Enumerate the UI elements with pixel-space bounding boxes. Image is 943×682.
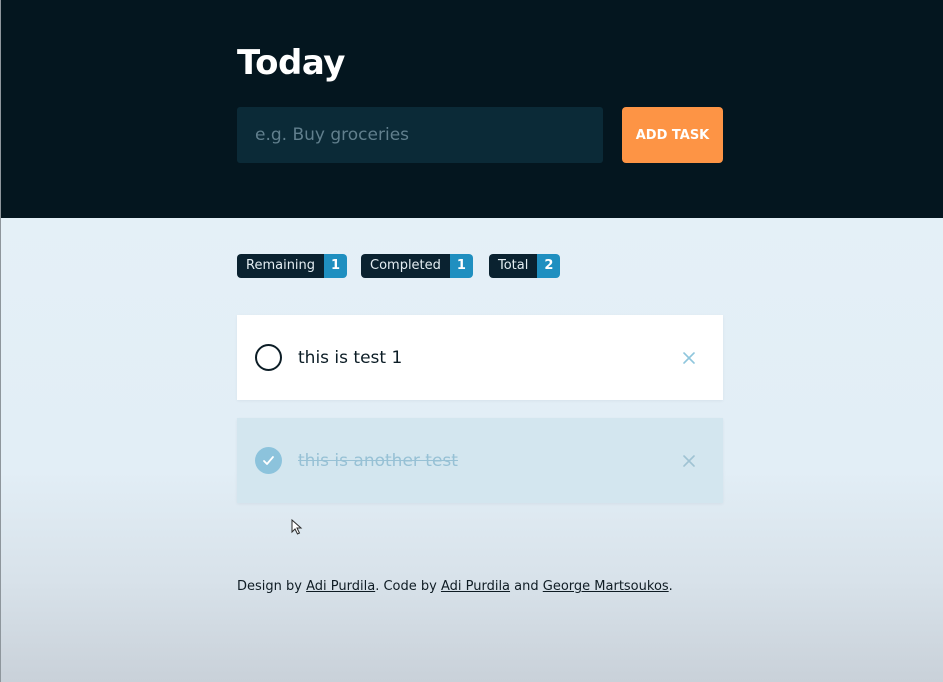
- stat-total: Total 2: [489, 254, 561, 278]
- stat-label: Completed: [361, 254, 450, 278]
- stat-label: Remaining: [237, 254, 325, 278]
- task-input[interactable]: [237, 107, 603, 163]
- task-text: this is another test: [298, 450, 458, 471]
- footer-text: . Code by: [375, 579, 441, 594]
- coder-link[interactable]: George Martsoukos: [543, 579, 669, 594]
- close-icon[interactable]: [681, 453, 697, 469]
- page-title: Today: [237, 43, 345, 83]
- task-text: this is test 1: [298, 347, 403, 368]
- stat-remaining: Remaining 1: [237, 254, 348, 278]
- footer-text: Design by: [237, 579, 307, 594]
- task-item: this is test 1: [237, 315, 723, 400]
- footer-credits: Design by Adi Purdila. Code by Adi Purdi…: [237, 579, 673, 594]
- coder-link[interactable]: Adi Purdila: [441, 579, 510, 594]
- circle-icon[interactable]: [255, 344, 282, 371]
- mouse-cursor-icon: [291, 518, 303, 535]
- stat-count: 2: [537, 254, 561, 278]
- check-circle-icon[interactable]: [255, 447, 282, 474]
- footer-text: and: [510, 579, 543, 594]
- designer-link[interactable]: Adi Purdila: [306, 579, 375, 594]
- footer-text: .: [668, 579, 673, 594]
- add-task-button[interactable]: ADD TASK: [622, 107, 723, 163]
- stat-count: 1: [449, 254, 473, 278]
- task-item: this is another test: [237, 418, 723, 503]
- stat-count: 1: [324, 254, 348, 278]
- close-icon[interactable]: [681, 350, 697, 366]
- stat-completed: Completed 1: [361, 254, 473, 278]
- stat-label: Total: [489, 254, 538, 278]
